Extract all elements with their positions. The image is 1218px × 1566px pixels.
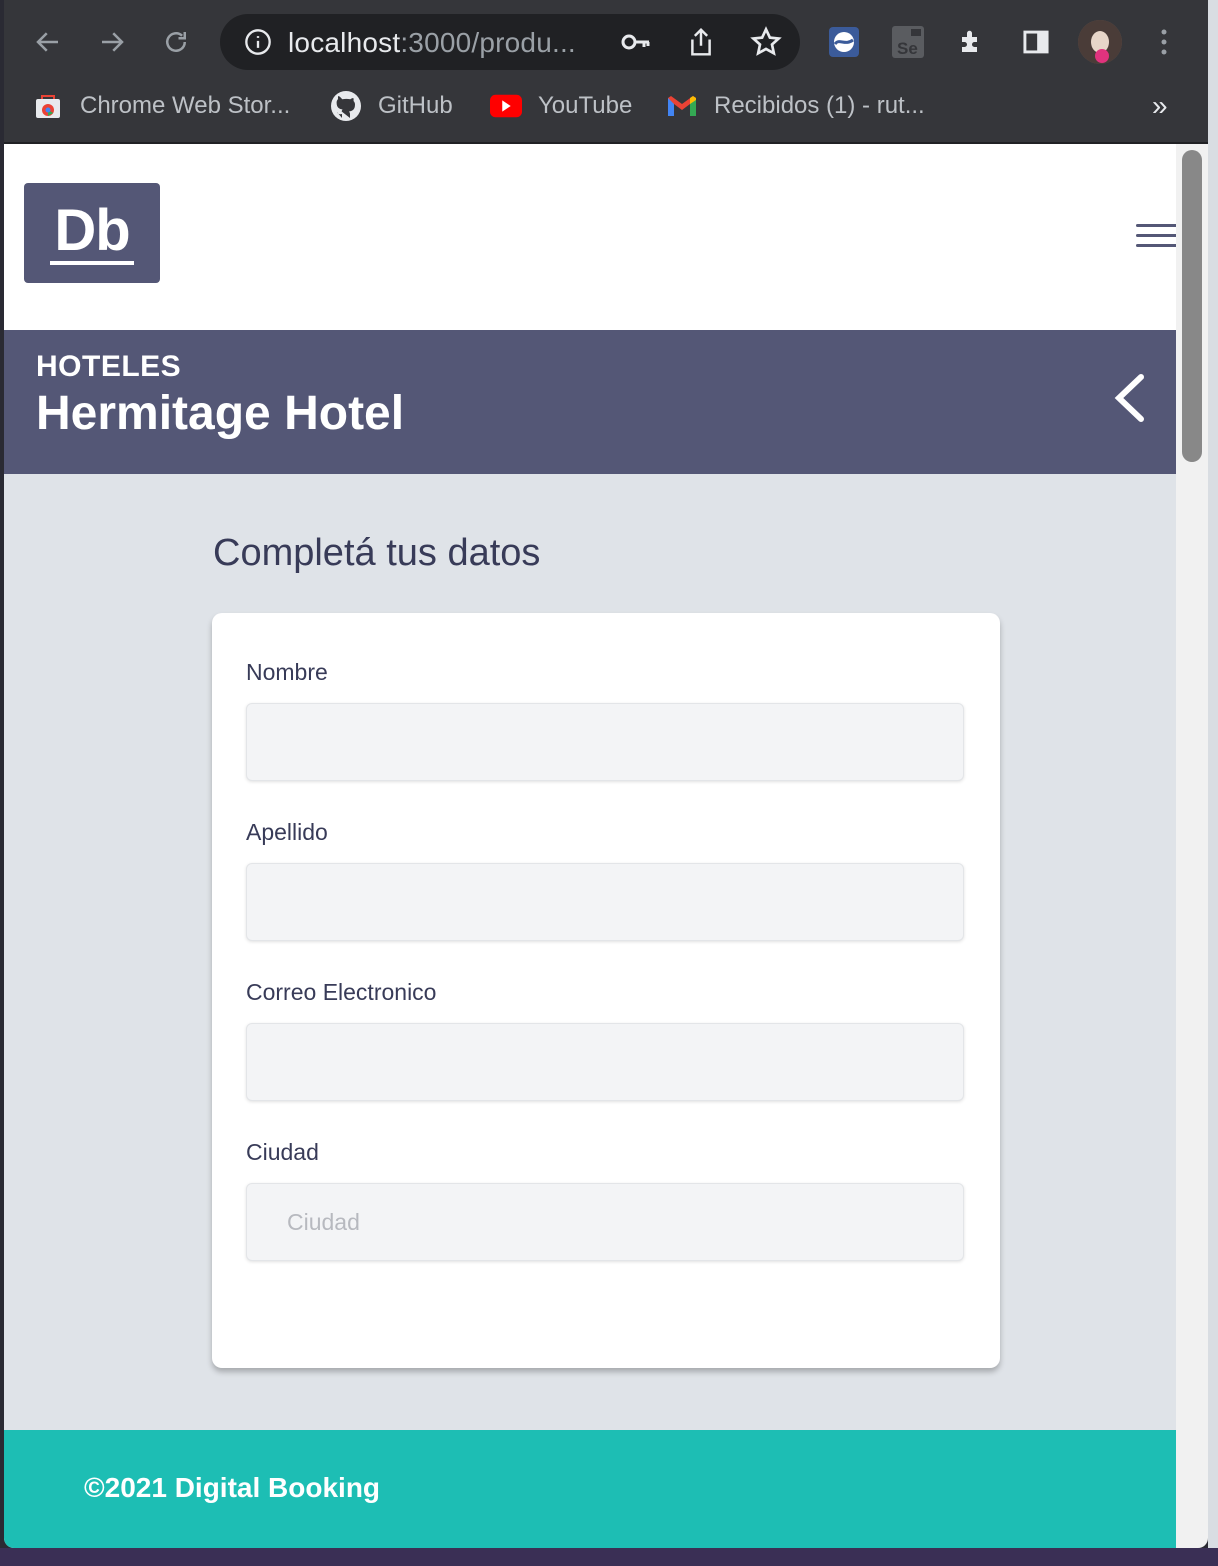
more-bookmarks-button[interactable]: » [1152,84,1168,128]
background-window-edge [1208,0,1218,1548]
product-category: HOTELES [36,350,182,383]
site-logo[interactable]: Db [24,183,160,283]
gmail-icon [666,90,698,122]
side-panel-icon[interactable] [1016,22,1056,62]
bookmark-chrome-web-store[interactable]: Chrome Web Stor... [32,84,290,128]
bookmark-star-icon[interactable] [750,26,782,63]
site-footer: ©2021 Digital Booking [4,1430,1176,1548]
chrome-web-store-icon [32,90,64,122]
page-scrollbar[interactable] [1176,144,1208,1548]
bookmark-label: YouTube [538,92,633,119]
footer-copyright: ©2021 Digital Booking [84,1472,381,1503]
key-icon[interactable] [620,28,652,61]
chrome-menu-icon[interactable] [1144,22,1184,62]
share-icon[interactable] [686,26,716,63]
profile-avatar[interactable] [1078,20,1122,64]
email-label: Correo Electronico [246,979,437,1005]
bookmark-github[interactable]: GitHub [330,84,453,128]
bookmark-label: Recibidos (1) - rut... [714,92,925,119]
page-viewport: Db HOTELES Hermitage Hotel Completá tus … [4,144,1176,1548]
form-title: Completá tus datos [213,532,541,574]
chevron-left-icon[interactable] [1104,368,1154,428]
selenium-ide-icon[interactable]: Se [888,22,928,62]
github-icon [330,90,362,122]
svg-text:Se: Se [897,39,918,58]
nombre-field[interactable] [246,703,964,781]
apellido-field[interactable] [246,863,964,941]
hamburger-menu-icon[interactable] [1136,224,1176,252]
booking-form-card: Nombre Apellido Correo Electronico Ciuda… [212,613,1000,1368]
extension-wave-icon[interactable] [824,22,864,62]
browser-toolbar: localhost:3000/produ... Se [4,0,1208,84]
back-arrow-icon[interactable] [28,22,68,62]
reload-icon[interactable] [156,22,196,62]
scrollbar-thumb[interactable] [1182,150,1202,462]
bookmark-youtube[interactable]: YouTube [490,84,632,128]
email-field[interactable] [246,1023,964,1101]
site-info-icon[interactable] [244,28,272,61]
address-bar[interactable]: localhost:3000/produ... [220,14,800,70]
product-header: HOTELES Hermitage Hotel [4,330,1176,474]
bookmark-label: GitHub [378,92,453,119]
bookmark-label: Chrome Web Stor... [80,92,291,119]
logo-text: Db [50,201,134,265]
bookmark-gmail[interactable]: Recibidos (1) - rut... [666,84,925,128]
youtube-icon [490,90,522,122]
bookmarks-bar: Chrome Web Stor... GitHub YouTube Recibi… [4,84,1208,144]
desktop-dock [0,1548,1218,1566]
forward-arrow-icon[interactable] [92,22,132,62]
product-name: Hermitage Hotel [36,387,405,440]
url-text: localhost:3000/produ... [288,27,576,58]
extensions-puzzle-icon[interactable] [952,22,992,62]
ciudad-label: Ciudad [246,1139,319,1165]
browser-window: localhost:3000/produ... Se Chrome Web St… [4,0,1208,1548]
site-header: Db [4,144,1176,330]
nombre-label: Nombre [246,659,328,685]
apellido-label: Apellido [246,819,328,845]
ciudad-field[interactable] [246,1183,964,1261]
